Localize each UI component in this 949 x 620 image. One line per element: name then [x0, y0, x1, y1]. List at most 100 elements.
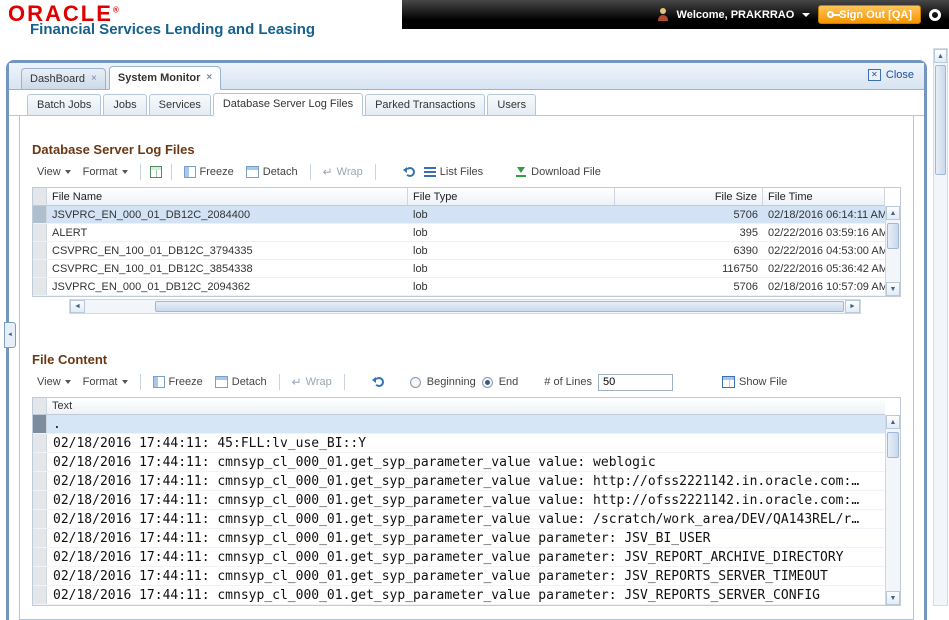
scrollbar-thumb[interactable] [155, 301, 844, 312]
log-line-text[interactable]: 02/18/2016 17:44:11: cmnsyp_cl_000_01.ge… [47, 493, 885, 508]
file-size-cell[interactable]: 5706 [615, 209, 763, 221]
table-row[interactable]: CSVPRC_EN_100_01_DB12C_3794335 lob 6390 … [33, 242, 885, 260]
show-file-button[interactable]: Show File [719, 374, 790, 390]
file-type-cell[interactable]: lob [408, 227, 615, 239]
column-header-file-time[interactable]: File Time [763, 188, 885, 205]
scrollbar-thumb[interactable] [887, 432, 899, 458]
log-line-row[interactable]: 02/18/2016 17:44:11: cmnsyp_cl_000_01.ge… [33, 586, 885, 605]
file-time-cell[interactable]: 02/22/2016 05:36:42 AM [763, 263, 885, 275]
beginning-radio[interactable] [410, 377, 421, 388]
scroll-up-button[interactable]: ▲ [934, 49, 947, 63]
close-window-button[interactable]: ✕ Close [868, 69, 914, 81]
file-time-cell[interactable]: 02/22/2016 03:59:16 AM [763, 227, 885, 239]
column-header-file-type[interactable]: File Type [408, 188, 615, 205]
file-size-cell[interactable]: 116750 [615, 263, 763, 275]
page-scrollbar[interactable]: ▲ [933, 48, 948, 606]
freeze-button[interactable]: Freeze [150, 374, 206, 390]
file-type-cell[interactable]: lob [408, 263, 615, 275]
globe-icon[interactable] [929, 9, 941, 21]
freeze-button[interactable]: Freeze [181, 164, 237, 180]
log-line-text[interactable]: 02/18/2016 17:44:11: cmnsyp_cl_000_01.ge… [47, 512, 885, 527]
table-row[interactable]: JSVPRC_EN_000_01_DB12C_2094362 lob 5706 … [33, 278, 885, 296]
log-line-row[interactable]: 02/18/2016 17:44:11: cmnsyp_cl_000_01.ge… [33, 472, 885, 491]
table-vertical-scrollbar[interactable]: ▲ ▼ [885, 206, 900, 296]
table-horizontal-scrollbar[interactable]: ◄ ► [69, 299, 861, 314]
close-icon[interactable]: × [91, 74, 97, 84]
log-line-text[interactable]: 02/18/2016 17:44:11: cmnsyp_cl_000_01.ge… [47, 455, 885, 470]
file-name-cell[interactable]: CSVPRC_EN_100_01_DB12C_3794335 [47, 245, 408, 257]
subtab-services[interactable]: Services [149, 94, 211, 115]
log-line-row[interactable]: 02/18/2016 17:44:11: 45:FLL:lv_use_BI::Y [33, 434, 885, 453]
subtab-batch-jobs[interactable]: Batch Jobs [27, 94, 101, 115]
scrollbar-thumb[interactable] [935, 65, 946, 175]
log-line-text[interactable]: 02/18/2016 17:44:11: 45:FLL:lv_use_BI::Y [47, 436, 885, 451]
log-line-text[interactable]: 02/18/2016 17:44:11: cmnsyp_cl_000_01.ge… [47, 569, 885, 584]
file-name-cell[interactable]: ALERT [47, 227, 408, 239]
chevron-down-icon[interactable] [802, 13, 810, 17]
scroll-up-button[interactable]: ▲ [886, 415, 900, 429]
log-line-text[interactable]: 02/18/2016 17:44:11: cmnsyp_cl_000_01.ge… [47, 550, 885, 565]
format-menu-button[interactable]: Format [80, 374, 131, 390]
table-row[interactable]: ALERT lob 395 02/22/2016 03:59:16 AM [33, 224, 885, 242]
file-name-cell[interactable]: JSVPRC_EN_000_01_DB12C_2094362 [47, 281, 408, 293]
list-files-button[interactable]: List Files [421, 164, 486, 180]
refresh-icon[interactable] [405, 167, 415, 177]
view-menu-button[interactable]: View [34, 164, 74, 180]
close-icon[interactable]: × [206, 73, 212, 83]
log-line-row[interactable]: 02/18/2016 17:44:11: cmnsyp_cl_000_01.ge… [33, 510, 885, 529]
file-time-cell[interactable]: 02/18/2016 06:14:11 AM [763, 209, 885, 221]
export-icon[interactable] [150, 166, 162, 178]
scroll-down-button[interactable]: ▼ [886, 282, 900, 296]
log-line-row[interactable]: 02/18/2016 17:44:11: cmnsyp_cl_000_01.ge… [33, 491, 885, 510]
sign-out-button[interactable]: Sign Out [QA] [818, 5, 921, 24]
log-line-row[interactable]: 02/18/2016 17:44:11: cmnsyp_cl_000_01.ge… [33, 453, 885, 472]
scroll-left-button[interactable]: ◄ [70, 300, 85, 313]
tab-dashboard[interactable]: DashBoard × [21, 68, 106, 89]
log-line-row[interactable]: . [33, 415, 885, 434]
splitter-collapse-handle[interactable]: ◄ [4, 322, 16, 348]
table-row[interactable]: JSVPRC_EN_000_01_DB12C_2084400 lob 5706 … [33, 206, 885, 224]
file-name-cell[interactable]: JSVPRC_EN_000_01_DB12C_2084400 [47, 209, 408, 221]
column-header-file-name[interactable]: File Name [47, 188, 408, 205]
num-lines-input[interactable] [598, 374, 673, 391]
view-menu-button[interactable]: View [34, 374, 74, 390]
wrap-button[interactable]: ↵ Wrap [320, 164, 366, 180]
detach-button[interactable]: Detach [243, 164, 301, 180]
column-header-text[interactable]: Text [47, 400, 77, 412]
log-line-text[interactable]: . [47, 417, 885, 432]
scrollbar-thumb[interactable] [887, 223, 899, 249]
file-time-cell[interactable]: 02/18/2016 10:57:09 AM [763, 281, 885, 293]
refresh-icon[interactable] [374, 377, 384, 387]
scroll-up-button[interactable]: ▲ [886, 206, 900, 220]
table-vertical-scrollbar[interactable]: ▲ ▼ [885, 415, 900, 605]
scroll-right-button[interactable]: ► [845, 300, 860, 313]
end-radio-label[interactable]: End [499, 376, 519, 388]
wrap-button[interactable]: ↵ Wrap [289, 374, 335, 390]
log-line-text[interactable]: 02/18/2016 17:44:11: cmnsyp_cl_000_01.ge… [47, 531, 885, 546]
subtab-parked-transactions[interactable]: Parked Transactions [365, 94, 485, 115]
log-line-row[interactable]: 02/18/2016 17:44:11: cmnsyp_cl_000_01.ge… [33, 548, 885, 567]
file-type-cell[interactable]: lob [408, 281, 615, 293]
table-row[interactable]: CSVPRC_EN_100_01_DB12C_3854338 lob 11675… [33, 260, 885, 278]
download-file-button[interactable]: Download File [512, 164, 604, 180]
beginning-radio-label[interactable]: Beginning [427, 376, 476, 388]
scroll-down-button[interactable]: ▼ [886, 591, 900, 605]
log-line-text[interactable]: 02/18/2016 17:44:11: cmnsyp_cl_000_01.ge… [47, 474, 885, 489]
column-header-file-size[interactable]: File Size [615, 188, 763, 205]
file-size-cell[interactable]: 5706 [615, 281, 763, 293]
log-line-row[interactable]: 02/18/2016 17:44:11: cmnsyp_cl_000_01.ge… [33, 529, 885, 548]
file-size-cell[interactable]: 6390 [615, 245, 763, 257]
file-name-cell[interactable]: CSVPRC_EN_100_01_DB12C_3854338 [47, 263, 408, 275]
file-size-cell[interactable]: 395 [615, 227, 763, 239]
format-menu-button[interactable]: Format [80, 164, 131, 180]
file-type-cell[interactable]: lob [408, 209, 615, 221]
log-line-text[interactable]: 02/18/2016 17:44:11: cmnsyp_cl_000_01.ge… [47, 588, 885, 603]
detach-button[interactable]: Detach [212, 374, 270, 390]
subtab-jobs[interactable]: Jobs [103, 94, 146, 115]
tab-system-monitor[interactable]: System Monitor × [109, 66, 221, 90]
end-radio[interactable] [482, 377, 493, 388]
subtab-database-server-log-files[interactable]: Database Server Log Files [213, 93, 363, 116]
file-time-cell[interactable]: 02/22/2016 04:53:00 AM [763, 245, 885, 257]
log-line-row[interactable]: 02/18/2016 17:44:11: cmnsyp_cl_000_01.ge… [33, 567, 885, 586]
file-type-cell[interactable]: lob [408, 245, 615, 257]
